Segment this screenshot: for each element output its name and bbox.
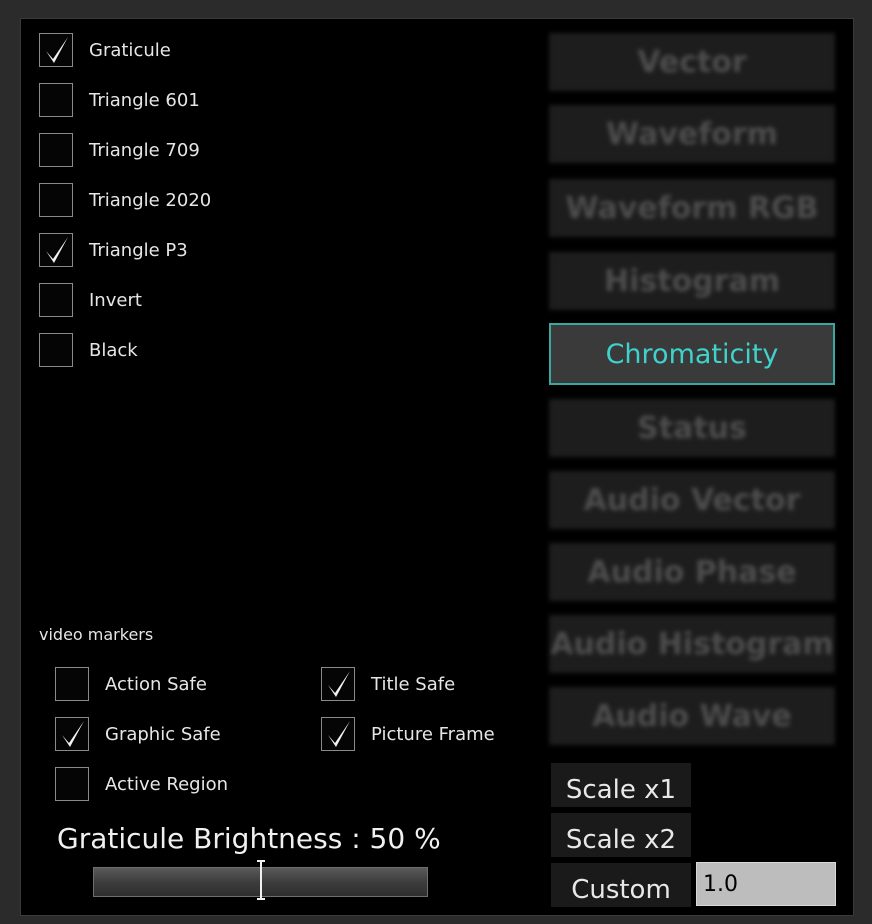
checkbox-box[interactable] — [321, 717, 355, 751]
invert-checkbox[interactable]: Invert — [39, 283, 142, 317]
title-safe-checkbox[interactable]: Title Safe — [321, 667, 455, 701]
scope-button-status[interactable]: Status — [549, 399, 835, 457]
checkmark-icon — [46, 237, 68, 263]
checkbox-label: Triangle P3 — [89, 239, 188, 261]
checkmark-icon — [46, 37, 68, 63]
checkbox-label: Action Safe — [105, 673, 207, 695]
checkbox-label: Graphic Safe — [105, 723, 221, 745]
graticule-brightness-label: Graticule Brightness : 50 % — [57, 822, 441, 855]
checkbox-box[interactable] — [39, 83, 73, 117]
triangle-601-checkbox[interactable]: Triangle 601 — [39, 83, 200, 117]
checkbox-box[interactable] — [39, 33, 73, 67]
picture-frame-checkbox[interactable]: Picture Frame — [321, 717, 495, 751]
checkbox-label: Invert — [89, 289, 142, 311]
custom-scale-button[interactable]: Custom — [551, 863, 691, 907]
scope-button-audio-vector[interactable]: Audio Vector — [549, 471, 835, 529]
graticule-checkbox[interactable]: Graticule — [39, 33, 171, 67]
checkbox-label: Triangle 601 — [89, 89, 200, 111]
checkbox-box[interactable] — [55, 767, 89, 801]
scope-button-audio-histogram[interactable]: Audio Histogram — [549, 615, 835, 673]
checkbox-label: Black — [89, 339, 138, 361]
video-markers-heading: video markers — [39, 625, 154, 644]
checkbox-box[interactable] — [39, 133, 73, 167]
checkbox-box[interactable] — [55, 717, 89, 751]
scope-button-histogram[interactable]: Histogram — [549, 252, 835, 310]
checkbox-label: Triangle 709 — [89, 139, 200, 161]
triangle-p3-checkbox[interactable]: Triangle P3 — [39, 233, 188, 267]
checkbox-label: Picture Frame — [371, 723, 495, 745]
checkbox-box[interactable] — [39, 183, 73, 217]
graticule-brightness-slider[interactable] — [93, 860, 428, 900]
checkbox-box[interactable] — [321, 667, 355, 701]
scope-button-audio-wave[interactable]: Audio Wave — [549, 687, 835, 745]
checkbox-label: Triangle 2020 — [89, 189, 212, 211]
action-safe-checkbox[interactable]: Action Safe — [55, 667, 207, 701]
checkbox-box[interactable] — [39, 233, 73, 267]
checkbox-box[interactable] — [39, 283, 73, 317]
checkmark-icon — [328, 671, 350, 697]
scale-x1-button[interactable]: Scale x1 — [551, 763, 691, 807]
scope-button-waveform-rgb[interactable]: Waveform RGB — [549, 179, 835, 237]
active-region-checkbox[interactable]: Active Region — [55, 767, 228, 801]
scope-button-vector[interactable]: Vector — [549, 33, 835, 91]
slider-handle[interactable] — [256, 860, 266, 900]
checkmark-icon — [328, 721, 350, 747]
checkbox-label: Graticule — [89, 39, 171, 61]
checkbox-label: Title Safe — [371, 673, 456, 695]
triangle-2020-checkbox[interactable]: Triangle 2020 — [39, 183, 211, 217]
checkbox-label: Active Region — [105, 773, 229, 795]
scope-button-chromaticity[interactable]: Chromaticity — [549, 323, 835, 385]
checkbox-box[interactable] — [55, 667, 89, 701]
black-checkbox[interactable]: Black — [39, 333, 138, 367]
graphic-safe-checkbox[interactable]: Graphic Safe — [55, 717, 221, 751]
scope-button-waveform[interactable]: Waveform — [549, 105, 835, 163]
scope-settings-panel: Graticule Triangle 601 Triangle 709 Tria… — [20, 18, 854, 916]
checkmark-icon — [62, 721, 84, 747]
scale-x2-button[interactable]: Scale x2 — [551, 813, 691, 857]
checkbox-box[interactable] — [39, 333, 73, 367]
custom-scale-input[interactable] — [696, 862, 836, 906]
scope-button-audio-phase[interactable]: Audio Phase — [549, 543, 835, 601]
triangle-709-checkbox[interactable]: Triangle 709 — [39, 133, 200, 167]
